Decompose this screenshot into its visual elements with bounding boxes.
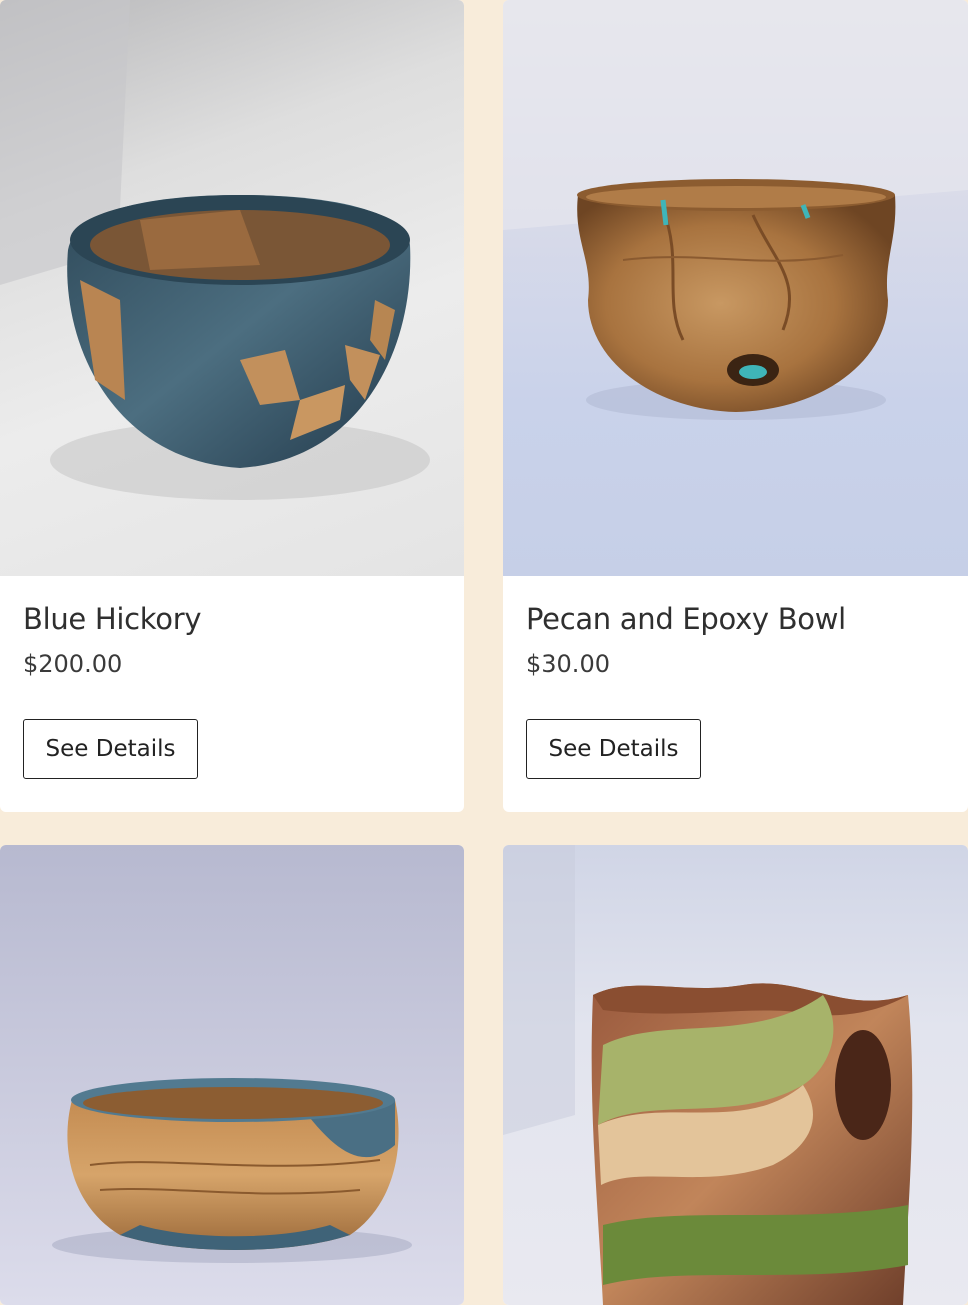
product-title: Blue Hickory — [23, 602, 202, 636]
see-details-button[interactable]: See Details — [23, 719, 198, 779]
product-photo[interactable] — [0, 845, 464, 1305]
product-title: Pecan and Epoxy Bowl — [526, 602, 846, 636]
product-card: Pecan and Epoxy Bowl $30.00 See Details — [503, 0, 968, 812]
product-price: $200.00 — [23, 650, 123, 678]
bowl-illustration — [0, 0, 430, 500]
bowl-illustration — [52, 1078, 412, 1263]
product-card: Blue Hickory $200.00 See Details — [0, 0, 464, 812]
product-price: $30.00 — [526, 650, 610, 678]
see-details-button[interactable]: See Details — [526, 719, 701, 779]
product-photo[interactable] — [503, 0, 968, 576]
product-card — [0, 845, 464, 1305]
product-photo[interactable] — [0, 0, 464, 576]
product-card — [503, 845, 968, 1305]
bowl-illustration — [503, 0, 968, 420]
product-photo[interactable] — [503, 845, 968, 1305]
bowl-illustration — [503, 845, 913, 1305]
